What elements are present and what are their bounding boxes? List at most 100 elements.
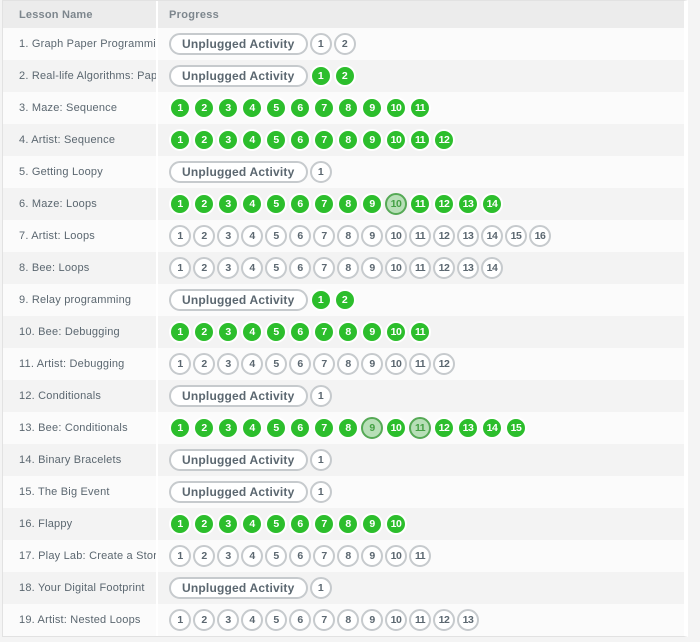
level-bubble[interactable]: 10 <box>385 545 407 567</box>
level-bubble[interactable]: 1 <box>310 481 332 503</box>
level-bubble[interactable]: 1 <box>169 193 191 215</box>
level-bubble[interactable]: 2 <box>193 129 215 151</box>
level-bubble[interactable]: 4 <box>241 417 263 439</box>
level-bubble[interactable]: 4 <box>241 545 263 567</box>
level-bubble[interactable]: 6 <box>289 321 311 343</box>
level-bubble[interactable]: 6 <box>289 609 311 631</box>
level-bubble[interactable]: 1 <box>169 513 191 535</box>
unplugged-activity-pill[interactable]: Unplugged Activity <box>169 577 308 599</box>
level-bubble[interactable]: 5 <box>265 257 287 279</box>
level-bubble[interactable]: 2 <box>334 65 356 87</box>
unplugged-activity-pill[interactable]: Unplugged Activity <box>169 449 308 471</box>
level-bubble[interactable]: 7 <box>313 225 335 247</box>
level-bubble[interactable]: 4 <box>241 193 263 215</box>
level-bubble[interactable]: 6 <box>289 257 311 279</box>
level-bubble[interactable]: 8 <box>337 321 359 343</box>
level-bubble[interactable]: 12 <box>433 353 455 375</box>
level-bubble[interactable]: 9 <box>361 193 383 215</box>
level-bubble[interactable]: 10 <box>385 513 407 535</box>
level-bubble[interactable]: 3 <box>217 225 239 247</box>
level-bubble[interactable]: 3 <box>217 129 239 151</box>
level-bubble[interactable]: 4 <box>241 353 263 375</box>
level-bubble[interactable]: 7 <box>313 97 335 119</box>
level-bubble[interactable]: 14 <box>481 417 503 439</box>
level-bubble[interactable]: 2 <box>334 289 356 311</box>
level-bubble[interactable]: 10 <box>385 417 407 439</box>
level-bubble[interactable]: 2 <box>193 257 215 279</box>
level-bubble[interactable]: 9 <box>361 129 383 151</box>
level-bubble[interactable]: 5 <box>265 609 287 631</box>
level-bubble[interactable]: 1 <box>310 289 332 311</box>
level-bubble[interactable]: 5 <box>265 97 287 119</box>
level-bubble[interactable]: 1 <box>310 577 332 599</box>
level-bubble[interactable]: 2 <box>193 609 215 631</box>
level-bubble[interactable]: 4 <box>241 609 263 631</box>
level-bubble[interactable]: 1 <box>169 417 191 439</box>
level-bubble[interactable]: 5 <box>265 321 287 343</box>
level-bubble[interactable]: 1 <box>310 385 332 407</box>
level-bubble[interactable]: 10 <box>385 97 407 119</box>
level-bubble[interactable]: 12 <box>433 609 455 631</box>
level-bubble[interactable]: 9 <box>361 545 383 567</box>
level-bubble[interactable]: 7 <box>313 353 335 375</box>
level-bubble[interactable]: 12 <box>433 225 455 247</box>
level-bubble[interactable]: 7 <box>313 321 335 343</box>
level-bubble[interactable]: 7 <box>313 257 335 279</box>
level-bubble[interactable]: 4 <box>241 129 263 151</box>
level-bubble[interactable]: 13 <box>457 609 479 631</box>
level-bubble[interactable]: 11 <box>409 321 431 343</box>
level-bubble[interactable]: 7 <box>313 417 335 439</box>
level-bubble[interactable]: 13 <box>457 417 479 439</box>
level-bubble[interactable]: 5 <box>265 417 287 439</box>
level-bubble[interactable]: 6 <box>289 417 311 439</box>
level-bubble[interactable]: 4 <box>241 513 263 535</box>
level-bubble[interactable]: 11 <box>409 97 431 119</box>
level-bubble[interactable]: 1 <box>169 353 191 375</box>
level-bubble[interactable]: 6 <box>289 193 311 215</box>
level-bubble[interactable]: 1 <box>169 257 191 279</box>
level-bubble[interactable]: 4 <box>241 225 263 247</box>
level-bubble[interactable]: 3 <box>217 97 239 119</box>
level-bubble[interactable]: 2 <box>193 417 215 439</box>
level-bubble[interactable]: 6 <box>289 225 311 247</box>
level-bubble[interactable]: 10 <box>385 321 407 343</box>
level-bubble[interactable]: 9 <box>361 97 383 119</box>
level-bubble[interactable]: 9 <box>361 225 383 247</box>
level-bubble[interactable]: 2 <box>193 513 215 535</box>
level-bubble[interactable]: 15 <box>505 417 527 439</box>
level-bubble[interactable]: 10 <box>385 609 407 631</box>
level-bubble[interactable]: 4 <box>241 97 263 119</box>
level-bubble[interactable]: 2 <box>193 193 215 215</box>
level-bubble[interactable]: 3 <box>217 513 239 535</box>
level-bubble[interactable]: 9 <box>361 417 383 439</box>
unplugged-activity-pill[interactable]: Unplugged Activity <box>169 33 308 55</box>
level-bubble[interactable]: 2 <box>193 321 215 343</box>
level-bubble[interactable]: 12 <box>433 257 455 279</box>
level-bubble[interactable]: 8 <box>337 257 359 279</box>
level-bubble[interactable]: 8 <box>337 97 359 119</box>
level-bubble[interactable]: 8 <box>337 417 359 439</box>
level-bubble[interactable]: 2 <box>334 33 356 55</box>
level-bubble[interactable]: 1 <box>310 449 332 471</box>
level-bubble[interactable]: 3 <box>217 193 239 215</box>
level-bubble[interactable]: 13 <box>457 225 479 247</box>
unplugged-activity-pill[interactable]: Unplugged Activity <box>169 289 308 311</box>
level-bubble[interactable]: 9 <box>361 353 383 375</box>
level-bubble[interactable]: 1 <box>169 225 191 247</box>
level-bubble[interactable]: 10 <box>385 353 407 375</box>
level-bubble[interactable]: 7 <box>313 609 335 631</box>
level-bubble[interactable]: 1 <box>169 129 191 151</box>
level-bubble[interactable]: 1 <box>310 65 332 87</box>
level-bubble[interactable]: 9 <box>361 513 383 535</box>
level-bubble[interactable]: 8 <box>337 609 359 631</box>
unplugged-activity-pill[interactable]: Unplugged Activity <box>169 385 308 407</box>
level-bubble[interactable]: 13 <box>457 193 479 215</box>
level-bubble[interactable]: 3 <box>217 609 239 631</box>
level-bubble[interactable]: 11 <box>409 545 431 567</box>
level-bubble[interactable]: 11 <box>409 417 431 439</box>
level-bubble[interactable]: 4 <box>241 321 263 343</box>
level-bubble[interactable]: 5 <box>265 545 287 567</box>
level-bubble[interactable]: 10 <box>385 129 407 151</box>
level-bubble[interactable]: 11 <box>409 193 431 215</box>
level-bubble[interactable]: 16 <box>529 225 551 247</box>
